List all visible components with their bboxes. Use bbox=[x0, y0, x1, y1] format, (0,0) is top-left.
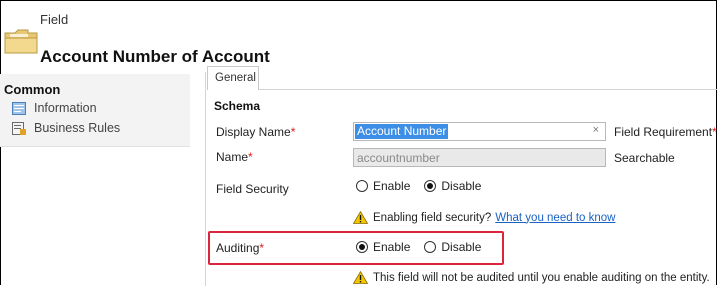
sidebar: Common Information Business Rules bbox=[0, 74, 190, 147]
field-security-label: Field Security bbox=[216, 182, 289, 196]
display-name-input[interactable]: Account Number × bbox=[353, 122, 606, 141]
auditing-enable-label: Enable bbox=[373, 240, 411, 254]
auditing-warning: This field will not be audited until you… bbox=[353, 271, 710, 284]
auditing-disable-option[interactable]: Disable bbox=[424, 240, 481, 254]
auditing-disable-label: Disable bbox=[441, 240, 482, 254]
display-name-value: Account Number bbox=[355, 124, 449, 139]
auditing-enable-option[interactable]: Enable bbox=[356, 240, 410, 254]
required-marker: * bbox=[290, 125, 296, 139]
warning-icon bbox=[353, 271, 368, 284]
field-security-radio-group: Enable Disable bbox=[356, 179, 495, 193]
warning-icon bbox=[353, 211, 368, 224]
field-requirement-label-text: Field Requirement bbox=[614, 125, 713, 139]
sidebar-item-information[interactable]: Information bbox=[12, 101, 97, 115]
radio-unchecked-icon[interactable] bbox=[424, 241, 437, 253]
field-security-warning: Enabling field security? What you need t… bbox=[353, 211, 615, 224]
auditing-label: Auditing* bbox=[216, 241, 264, 255]
sidebar-item-business-rules[interactable]: Business Rules bbox=[12, 121, 120, 135]
radio-unchecked-icon[interactable] bbox=[356, 180, 368, 192]
required-marker: * bbox=[259, 241, 265, 255]
panel-divider bbox=[205, 72, 206, 286]
field-security-disable-label: Disable bbox=[441, 179, 482, 193]
field-security-enable-option[interactable]: Enable bbox=[356, 179, 410, 193]
name-input[interactable]: accountnumber bbox=[353, 148, 606, 167]
folder-icon bbox=[4, 29, 38, 54]
name-label-text: Name bbox=[216, 150, 249, 164]
display-name-label: Display Name* bbox=[216, 125, 295, 139]
tab-general[interactable]: General bbox=[207, 66, 259, 90]
auditing-radio-group: Enable Disable bbox=[356, 240, 495, 254]
radio-checked-icon[interactable] bbox=[356, 241, 368, 253]
auditing-label-text: Auditing bbox=[216, 241, 260, 255]
sidebar-item-label: Business Rules bbox=[34, 121, 121, 135]
display-name-label-text: Display Name bbox=[216, 125, 291, 139]
field-security-enable-label: Enable bbox=[373, 179, 411, 193]
entity-type-label: Field bbox=[40, 12, 69, 27]
what-you-need-to-know-link[interactable]: What you need to know bbox=[495, 212, 615, 224]
auditing-warning-text: This field will not be audited until you… bbox=[373, 271, 710, 284]
section-heading-schema: Schema bbox=[214, 99, 261, 113]
name-label: Name* bbox=[216, 150, 253, 164]
clear-icon[interactable]: × bbox=[593, 124, 599, 136]
information-icon bbox=[12, 101, 26, 115]
required-marker: * bbox=[712, 125, 717, 139]
business-rules-icon bbox=[12, 121, 26, 135]
page-title: Account Number of Account bbox=[40, 47, 270, 66]
radio-checked-icon[interactable] bbox=[424, 180, 437, 192]
tab-underline bbox=[259, 89, 717, 90]
sidebar-item-label: Information bbox=[34, 101, 97, 115]
sidebar-heading: Common bbox=[4, 82, 61, 97]
searchable-label: Searchable bbox=[614, 151, 675, 165]
field-security-warning-text: Enabling field security? bbox=[373, 211, 492, 224]
required-marker: * bbox=[248, 150, 253, 164]
field-requirement-label: Field Requirement* bbox=[614, 125, 717, 139]
field-security-disable-option[interactable]: Disable bbox=[424, 179, 481, 193]
